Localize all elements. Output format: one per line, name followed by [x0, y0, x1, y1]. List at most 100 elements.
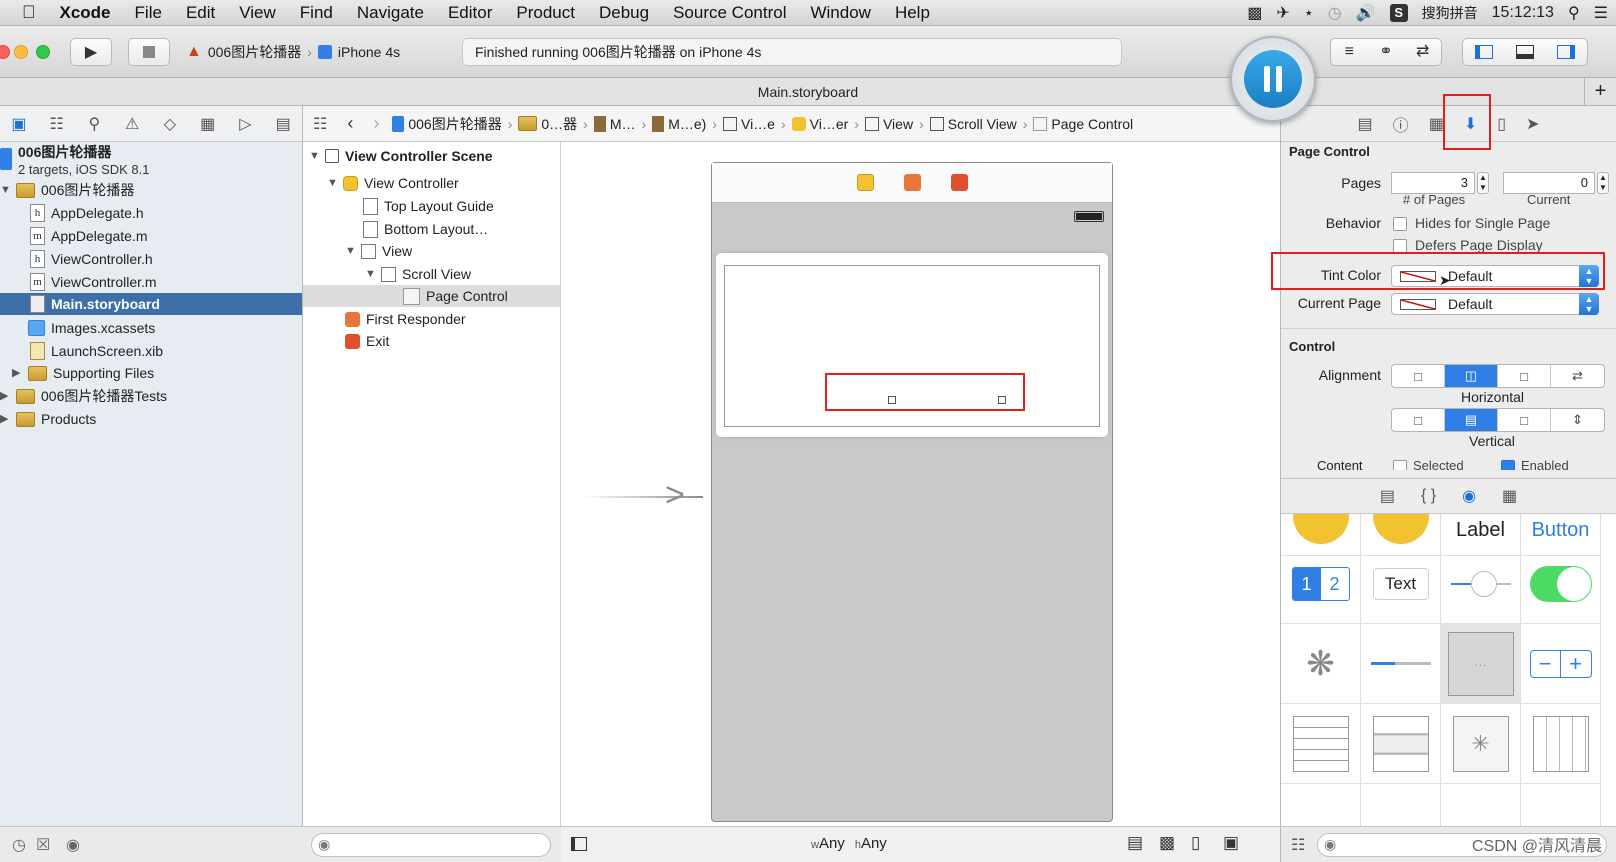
menu-view[interactable]: View: [227, 3, 288, 23]
navigator-item-viewcontroller-h[interactable]: h ViewController.h: [30, 248, 153, 270]
align-vfill-icon[interactable]: ⇕: [1551, 409, 1604, 431]
menu-help[interactable]: Help: [883, 3, 942, 23]
outline-page-control[interactable]: Page Control: [303, 285, 560, 307]
jump-crumb-scene[interactable]: Vi…e: [720, 116, 778, 132]
library-item-text-field[interactable]: Text: [1361, 544, 1441, 624]
minimize-window-button[interactable]: [14, 45, 28, 59]
breakpoint-navigator-tab-icon[interactable]: ▷: [227, 114, 265, 134]
first-responder-icon[interactable]: [903, 174, 921, 191]
library-item-table-view-cell[interactable]: [1361, 704, 1441, 784]
align-center-icon[interactable]: ◫: [1445, 365, 1498, 387]
connections-inspector-tab-icon[interactable]: ➤: [1526, 114, 1539, 134]
navigator-item-group[interactable]: ▼ 006图片轮播器: [0, 179, 134, 201]
menu-editor[interactable]: Editor: [436, 3, 504, 23]
library-item-switch[interactable]: [1521, 544, 1601, 624]
library-item-collection-view[interactable]: [1521, 704, 1601, 784]
resizing-behavior-icon[interactable]: ▣: [1223, 833, 1239, 853]
outline-first-responder[interactable]: First Responder: [345, 308, 466, 330]
add-tab-icon[interactable]: +: [1584, 78, 1616, 105]
library-item-activity-indicator[interactable]: ❋: [1281, 624, 1361, 704]
symbol-navigator-tab-icon[interactable]: ☷: [38, 114, 76, 134]
ime-label[interactable]: 搜狗拼音: [1422, 3, 1478, 23]
bluetooth-icon[interactable]: ⋆: [1304, 3, 1314, 23]
library-item-segmented-control[interactable]: 1 2: [1281, 544, 1361, 624]
library-item-row5-b[interactable]: [1361, 784, 1441, 826]
filter-icon[interactable]: ◉: [66, 835, 80, 855]
align-fill-icon[interactable]: ⇄: [1551, 365, 1604, 387]
align-middle-icon[interactable]: ▤: [1445, 409, 1498, 431]
library-item-row5-d[interactable]: [1521, 784, 1601, 826]
jump-crumb-scroll-view[interactable]: Scroll View: [927, 116, 1020, 132]
jump-crumb-page-control[interactable]: Page Control: [1030, 116, 1136, 132]
navigator-item-supporting-files[interactable]: ▶ Supporting Files: [12, 362, 154, 384]
apple-menu-icon[interactable]: : [0, 2, 48, 23]
menu-clock[interactable]: 15:12:13: [1492, 4, 1554, 22]
navigator-item-viewcontroller-m[interactable]: m ViewController.m: [30, 271, 157, 293]
disclosure-open-icon[interactable]: ▼: [327, 172, 338, 194]
size-inspector-tab-icon[interactable]: ▯: [1497, 114, 1506, 134]
filter-scm-icon[interactable]: ☒: [36, 835, 50, 855]
align-icon[interactable]: ▤: [1127, 833, 1143, 853]
current-page-field[interactable]: 0: [1503, 172, 1595, 194]
disclosure-open-icon[interactable]: ▼: [365, 263, 376, 285]
disclosure-open-icon[interactable]: ▼: [345, 240, 356, 262]
pages-field[interactable]: 3: [1391, 172, 1475, 194]
pages-stepper[interactable]: ▲ ▼: [1477, 172, 1489, 194]
identity-inspector-tab-icon[interactable]: ▦: [1429, 114, 1444, 134]
library-item-stepper[interactable]: − +: [1521, 624, 1601, 704]
outline-top-layout-guide[interactable]: Top Layout Guide: [363, 195, 494, 217]
project-root-item[interactable]: 006图片轮播器 2 targets, iOS SDK 8.1: [0, 144, 150, 180]
horizontal-alignment-control[interactable]: □ ◫ □ ⇄: [1391, 364, 1605, 388]
jump-crumb-storyboard[interactable]: M…: [591, 115, 639, 132]
library-item-slider[interactable]: [1441, 544, 1521, 624]
test-navigator-tab-icon[interactable]: ◇: [151, 114, 189, 134]
project-navigator-tab-icon[interactable]: ▣: [0, 114, 38, 134]
jump-crumb-project[interactable]: 006图片轮播器: [389, 114, 504, 134]
ime-icon[interactable]: S: [1389, 4, 1408, 22]
size-class-control[interactable]: wAny hAny: [811, 835, 887, 852]
debug-area-toggle-icon[interactable]: [1504, 39, 1545, 65]
current-stepper[interactable]: ▲ ▼: [1597, 172, 1609, 194]
library-item-row5-c[interactable]: [1441, 784, 1521, 826]
find-navigator-tab-icon[interactable]: ⚲: [76, 114, 114, 134]
outline-exit[interactable]: Exit: [345, 330, 389, 352]
media-library-tab-icon[interactable]: ▦: [1502, 486, 1517, 506]
scheme-selector[interactable]: ▲ 006图片轮播器 › iPhone 4s: [186, 38, 400, 66]
library-item-image-view[interactable]: ✳: [1441, 704, 1521, 784]
utilities-toggle-icon[interactable]: [1546, 39, 1587, 65]
back-icon[interactable]: ‹: [337, 113, 363, 134]
assistant-editor-icon[interactable]: ⚭: [1368, 39, 1405, 65]
volume-icon[interactable]: 🔊: [1356, 3, 1376, 23]
version-editor-icon[interactable]: ⇄: [1404, 39, 1441, 65]
outline-filter-input[interactable]: ◉: [311, 833, 551, 857]
menu-file[interactable]: File: [123, 3, 174, 23]
jump-crumb-storyboard-base[interactable]: M…e): [649, 115, 709, 132]
library-item-progress-view[interactable]: [1361, 624, 1441, 704]
storyboard-canvas[interactable]: >: [561, 142, 1280, 826]
hides-single-page-checkbox[interactable]: [1393, 217, 1407, 231]
align-left-icon[interactable]: □: [1392, 365, 1445, 387]
library-item-table-view[interactable]: [1281, 704, 1361, 784]
code-snippet-library-tab-icon[interactable]: { }: [1421, 487, 1436, 505]
jump-crumb-view-controller[interactable]: Vi…er: [789, 116, 852, 132]
file-inspector-tab-icon[interactable]: ▤: [1358, 114, 1373, 134]
menu-find[interactable]: Find: [288, 3, 345, 23]
menu-debug[interactable]: Debug: [587, 3, 661, 23]
debug-navigator-tab-icon[interactable]: ▦: [189, 114, 227, 134]
disclosure-closed-icon[interactable]: ▶: [0, 385, 10, 407]
outline-scroll-view[interactable]: ▼ Scroll View: [365, 263, 471, 285]
disclosure-open-icon[interactable]: ▼: [0, 179, 11, 201]
navigator-item-launchscreen-xib[interactable]: LaunchScreen.xib: [30, 340, 163, 362]
report-navigator-tab-icon[interactable]: ▤: [264, 114, 302, 134]
menu-navigate[interactable]: Navigate: [345, 3, 436, 23]
disclosure-open-icon[interactable]: ▼: [309, 145, 320, 167]
notification-center-icon[interactable]: ☰: [1594, 3, 1608, 23]
close-window-button[interactable]: [0, 45, 10, 59]
pin-icon[interactable]: ▩: [1159, 833, 1175, 853]
spotlight-icon[interactable]: ⚲: [1568, 3, 1580, 23]
navigator-item-appdelegate-m[interactable]: m AppDelegate.m: [30, 225, 148, 247]
disclosure-closed-icon[interactable]: ▶: [0, 408, 10, 430]
library-item-page-control[interactable]: ···: [1441, 624, 1521, 704]
menu-product[interactable]: Product: [504, 3, 587, 23]
view-controller-scene[interactable]: [711, 162, 1113, 822]
